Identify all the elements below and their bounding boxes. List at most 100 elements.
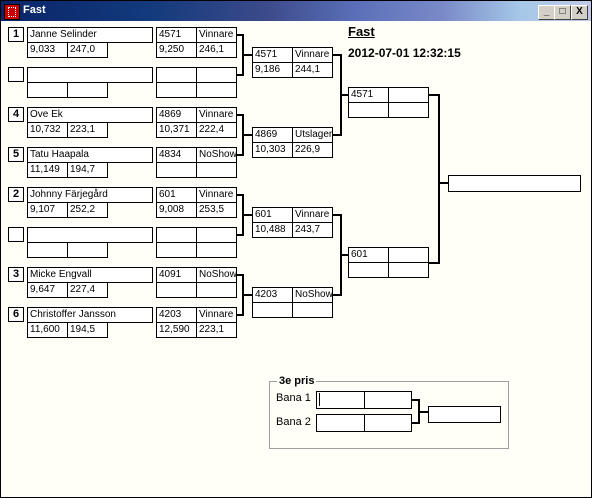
time: 10,371 [156, 122, 197, 138]
driver-name[interactable]: Johnny Färjegård [27, 187, 153, 203]
bracket-line [438, 94, 440, 264]
speed: 253,5 [196, 202, 237, 218]
time-empty [156, 242, 197, 258]
reaction-time: 9,107 [27, 202, 68, 218]
time-empty [156, 82, 197, 98]
speed-empty [388, 262, 429, 278]
time: 10,488 [252, 222, 293, 238]
driver-name[interactable]: Janne Selinder [27, 27, 153, 43]
car-number[interactable]: 601 [156, 187, 197, 203]
speed: 247,0 [67, 42, 108, 58]
speed-empty [292, 302, 333, 318]
seed-number: 3 [8, 267, 24, 282]
bracket-line [418, 411, 428, 413]
bracket-line [438, 182, 448, 184]
speed [196, 282, 237, 298]
speed: 246,1 [196, 42, 237, 58]
car-number-empty[interactable] [156, 227, 197, 243]
car-number[interactable]: 4203 [156, 307, 197, 323]
speed: 227,4 [67, 282, 108, 298]
driver-name[interactable]: Tatu Haapala [27, 147, 153, 163]
result-status: NoShow [292, 287, 333, 303]
speed: 223,1 [67, 122, 108, 138]
maximize-button[interactable]: □ [554, 5, 571, 20]
reaction-time-empty [27, 82, 68, 98]
speed-empty [67, 242, 108, 258]
page-title: Fast [348, 24, 375, 39]
seed-empty [8, 67, 24, 82]
driver-name[interactable]: Micke Engvall [27, 267, 153, 283]
car-number[interactable]: 601 [348, 247, 389, 263]
timestamp: 2012-07-01 12:32:15 [348, 46, 461, 60]
car-number-empty[interactable] [156, 67, 197, 83]
reaction-time: 9,647 [27, 282, 68, 298]
car-number[interactable]: 4091 [156, 267, 197, 283]
result-status-empty [388, 247, 429, 263]
seed-empty [8, 227, 24, 242]
driver-name[interactable]: Christoffer Jansson [27, 307, 153, 323]
title-bar[interactable]: Fast _ □ X [1, 1, 591, 21]
driver-name[interactable]: Ove Ek [27, 107, 153, 123]
result-status: NoShow [196, 267, 237, 283]
lane2-car[interactable] [316, 414, 365, 432]
speed: 226,9 [292, 142, 333, 158]
reaction-time: 11,149 [27, 162, 68, 178]
speed-empty [196, 242, 237, 258]
speed-empty [388, 102, 429, 118]
bracket-line [242, 214, 252, 216]
time-empty [348, 262, 389, 278]
car-number[interactable]: 4571 [348, 87, 389, 103]
speed [196, 162, 237, 178]
app-window: Fast _ □ X Fast 2012-07-01 12:32:15 1 4 … [0, 0, 592, 498]
result-status: Utslagen [292, 127, 333, 143]
car-number[interactable]: 4869 [252, 127, 293, 143]
seed-number: 1 [8, 27, 24, 42]
bracket-line [242, 294, 252, 296]
speed-empty [67, 82, 108, 98]
result-status: NoShow [196, 147, 237, 163]
lane2-label: Bana 2 [276, 416, 311, 428]
seed-number: 5 [8, 147, 24, 162]
speed-empty [196, 82, 237, 98]
minimize-button[interactable]: _ [538, 5, 555, 20]
time: 12,590 [156, 322, 197, 338]
car-number[interactable]: 4203 [252, 287, 293, 303]
car-number[interactable]: 4571 [252, 47, 293, 63]
lane1-status [364, 391, 412, 409]
bracket-line [340, 254, 348, 256]
time-empty [348, 102, 389, 118]
driver-name-empty[interactable] [27, 227, 153, 243]
speed: 222,4 [196, 122, 237, 138]
result-status: Vinnare [196, 307, 237, 323]
result-status: Vinnare [196, 27, 237, 43]
result-status-empty [388, 87, 429, 103]
reaction-time: 11,600 [27, 322, 68, 338]
bracket-line [242, 134, 252, 136]
result-status-empty [196, 227, 237, 243]
final-winner[interactable] [448, 175, 581, 192]
time [156, 162, 197, 178]
bracket-line [340, 94, 348, 96]
close-button[interactable]: X [571, 5, 588, 20]
window-title: Fast [23, 4, 46, 16]
time: 9,250 [156, 42, 197, 58]
lane2-status [364, 414, 412, 432]
speed: 223,1 [196, 322, 237, 338]
lane1-label: Bana 1 [276, 392, 311, 404]
car-number[interactable]: 4571 [156, 27, 197, 43]
reaction-time: 9,033 [27, 42, 68, 58]
bracket-area: Fast 2012-07-01 12:32:15 1 4 5 2 3 6 Jan… [1, 22, 591, 497]
car-number[interactable]: 4869 [156, 107, 197, 123]
result-status: Vinnare [196, 187, 237, 203]
driver-name-empty[interactable] [27, 67, 153, 83]
lane1-car[interactable] [316, 391, 365, 409]
app-icon[interactable] [4, 4, 20, 20]
reaction-time-empty [27, 242, 68, 258]
car-number[interactable]: 601 [252, 207, 293, 223]
speed: 194,5 [67, 322, 108, 338]
car-number[interactable]: 4834 [156, 147, 197, 163]
third-place-winner[interactable] [428, 406, 501, 423]
time: 10,303 [252, 142, 293, 158]
speed: 252,2 [67, 202, 108, 218]
seed-number: 6 [8, 307, 24, 322]
